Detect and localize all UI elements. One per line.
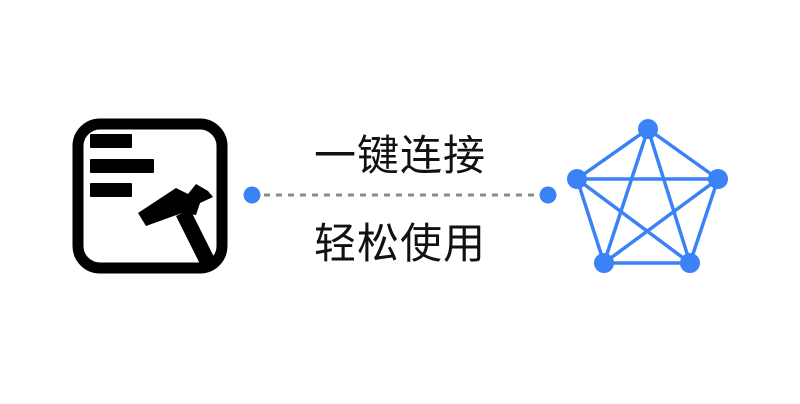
network-node: [708, 169, 728, 189]
network-node: [680, 253, 700, 273]
connection-diagram: 一键连接 轻松使用: [0, 0, 800, 400]
caption-connect: 一键连接: [313, 131, 486, 180]
network-node: [638, 119, 658, 139]
toolbox-hammer-icon: [72, 118, 228, 274]
edge: [575, 178, 606, 264]
diagram-canvas: [72, 118, 728, 274]
dashed-connector: [243, 186, 557, 204]
edge: [575, 127, 650, 181]
edge: [602, 177, 720, 265]
bar-medium: [90, 183, 132, 197]
caption-easy-use: 轻松使用: [313, 219, 486, 268]
network-node: [594, 253, 614, 273]
bar-short: [90, 134, 132, 148]
edge: [575, 177, 692, 265]
bar-long: [90, 159, 154, 173]
connector-dot-left: [243, 186, 261, 204]
pentagon-network-icon: [567, 119, 728, 273]
edge: [646, 127, 720, 181]
edge: [602, 128, 650, 264]
edge: [646, 128, 692, 264]
connector-dot-right: [539, 186, 557, 204]
network-node: [567, 169, 587, 189]
edge: [688, 178, 720, 264]
